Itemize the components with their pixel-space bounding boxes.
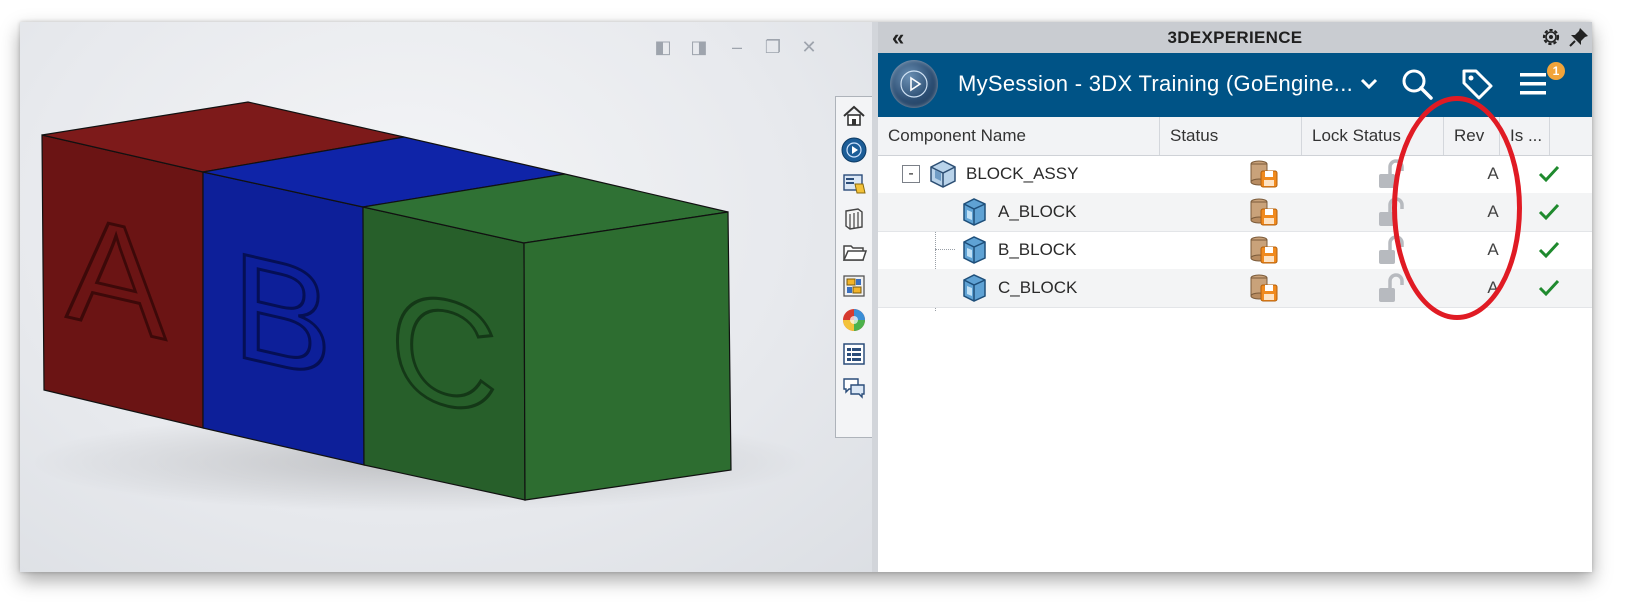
- column-header-status[interactable]: Status: [1160, 117, 1302, 155]
- component-name: BLOCK_ASSY: [966, 164, 1079, 183]
- pin-icon[interactable]: [1568, 26, 1590, 53]
- highlight-annotation: [1392, 96, 1522, 320]
- panel-title: 3DEXPERIENCE: [1167, 28, 1303, 47]
- tree-collapse-toggle[interactable]: -: [902, 165, 920, 183]
- appearances-icon[interactable]: [839, 305, 869, 335]
- letter-a-engraving: A: [66, 181, 167, 372]
- file-explorer-icon[interactable]: [839, 203, 869, 233]
- saved-in-3dx-status-icon: [1248, 272, 1282, 309]
- design-library-icon[interactable]: [839, 169, 869, 199]
- gear-icon[interactable]: [1540, 26, 1562, 53]
- saved-in-3dx-status-icon: [1248, 234, 1282, 271]
- view-palette-icon[interactable]: [839, 271, 869, 301]
- chevron-down-icon[interactable]: [1356, 71, 1382, 102]
- 3dexperience-icon[interactable]: [839, 135, 869, 165]
- part-icon: [958, 196, 990, 233]
- block-c-side-face[interactable]: [523, 211, 732, 501]
- component-name: B_BLOCK: [998, 240, 1077, 259]
- menu-icon[interactable]: [1518, 69, 1548, 104]
- saved-in-3dx-status-icon: [1248, 196, 1282, 233]
- check-icon: [1538, 240, 1560, 265]
- part-icon: [958, 272, 990, 309]
- search-icon[interactable]: [1400, 67, 1434, 106]
- unlock-icon: [1376, 273, 1406, 310]
- check-icon: [1538, 278, 1560, 303]
- notification-badge: 1: [1547, 62, 1565, 80]
- forum-icon[interactable]: [839, 373, 869, 403]
- check-icon: [1538, 164, 1560, 189]
- component-name: C_BLOCK: [998, 278, 1078, 297]
- app-window: ◧ ◨ – ❐ ✕ A B C « 3DEXPERIENCE MySession…: [20, 22, 1592, 572]
- column-header-component-name[interactable]: Component Name: [878, 117, 1160, 155]
- component-name: A_BLOCK: [998, 202, 1077, 221]
- check-icon: [1538, 202, 1560, 227]
- saved-in-3dx-status-icon: [1248, 158, 1282, 195]
- block-assembly-model[interactable]: A B C: [20, 22, 872, 572]
- session-selector[interactable]: MySession - 3DX Training (GoEngine...: [958, 71, 1353, 97]
- panel-title-bar: « 3DEXPERIENCE: [878, 22, 1592, 54]
- letter-b-engraving: B: [232, 220, 332, 411]
- task-pane-tabs: [835, 96, 875, 438]
- custom-properties-icon[interactable]: [839, 339, 869, 369]
- folder-icon[interactable]: [839, 237, 869, 267]
- compass-icon[interactable]: [890, 60, 938, 108]
- home-icon[interactable]: [839, 101, 869, 131]
- graphics-viewport[interactable]: ◧ ◨ – ❐ ✕ A B C: [20, 22, 872, 572]
- part-icon: [958, 234, 990, 271]
- letter-c-engraving: C: [390, 256, 498, 449]
- assembly-icon: [926, 158, 960, 195]
